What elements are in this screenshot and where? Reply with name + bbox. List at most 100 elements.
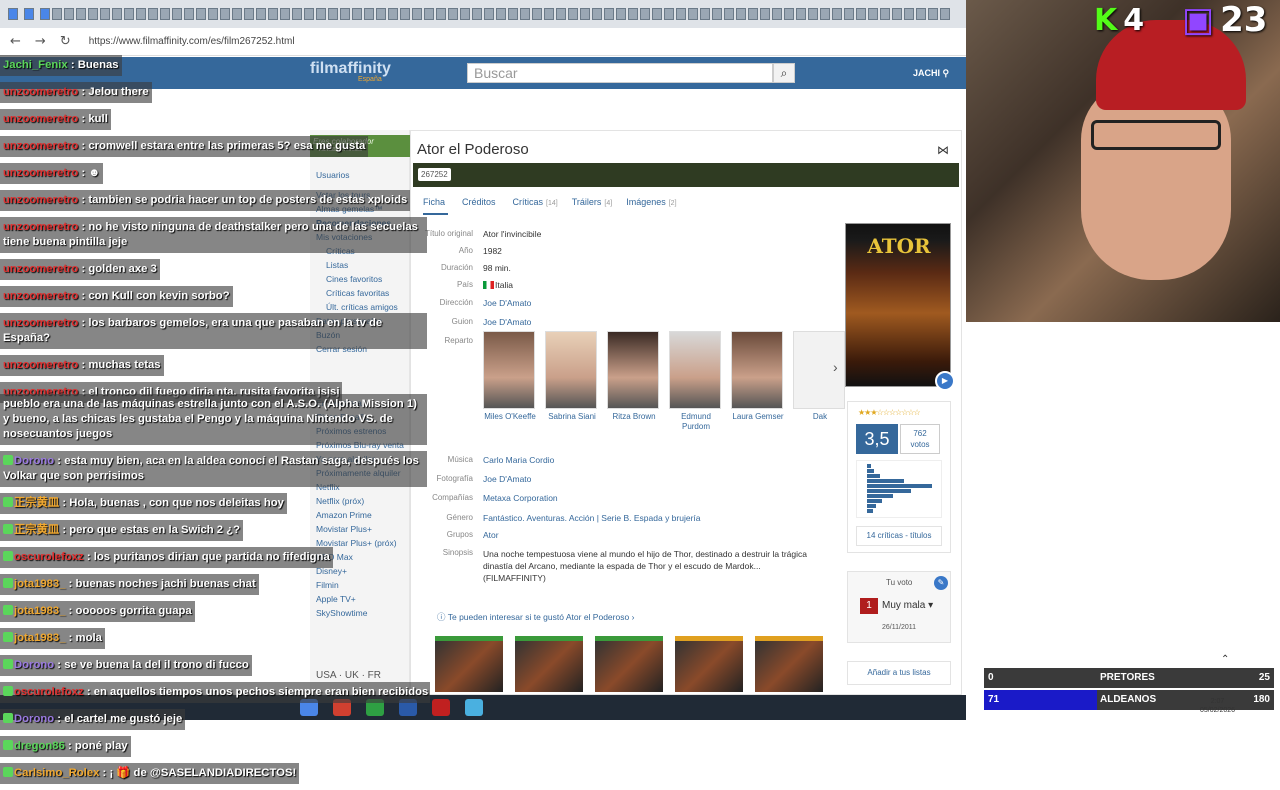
browser-tab[interactable] — [328, 8, 338, 20]
browser-tab[interactable] — [472, 8, 482, 20]
cast-name[interactable]: Laura Gemser — [731, 412, 785, 422]
browser-tab[interactable] — [856, 8, 866, 20]
browser-tab[interactable] — [208, 8, 218, 20]
browser-tab[interactable] — [604, 8, 614, 20]
browser-tab[interactable] — [136, 8, 146, 20]
cast-name[interactable]: Ritza Brown — [607, 412, 661, 422]
browser-tab[interactable] — [148, 8, 158, 20]
browser-tab[interactable] — [292, 8, 302, 20]
browser-tab[interactable] — [400, 8, 410, 20]
browser-tab[interactable] — [160, 8, 170, 20]
browser-tab[interactable] — [268, 8, 278, 20]
browser-tab[interactable] — [808, 8, 818, 20]
tab-tráilers[interactable]: Tráilers [4] — [572, 197, 612, 215]
browser-tab[interactable] — [772, 8, 782, 20]
browser-tab[interactable] — [628, 8, 638, 20]
browser-tab[interactable] — [508, 8, 518, 20]
scroll-up-icon[interactable]: ⌃ — [1221, 654, 1229, 665]
browser-tab[interactable] — [364, 8, 374, 20]
recommendations-link[interactable]: ⓘ Te pueden interesar si te gustó Ator e… — [437, 611, 634, 623]
browser-tab[interactable] — [652, 8, 662, 20]
browser-tab[interactable] — [436, 8, 446, 20]
script-value[interactable]: Joe D'Amato — [483, 317, 531, 327]
browser-tab[interactable] — [196, 8, 206, 20]
forward-icon[interactable]: → — [35, 34, 46, 49]
url-field[interactable]: https://www.filmaffinity.com/es/film2672… — [89, 36, 295, 47]
browser-tab[interactable] — [940, 8, 950, 20]
taskbar-app-icon[interactable] — [432, 699, 450, 716]
browser-tab[interactable] — [184, 8, 194, 20]
cast-photo[interactable] — [607, 331, 659, 409]
browser-tab[interactable] — [376, 8, 386, 20]
genre-value[interactable]: Fantástico. Aventuras. Acción | Serie B.… — [483, 513, 701, 523]
browser-tab[interactable] — [712, 8, 722, 20]
browser-tab[interactable] — [256, 8, 266, 20]
browser-tab[interactable] — [64, 8, 74, 20]
cast-member[interactable]: Miles O'Keeffe — [483, 331, 537, 422]
browser-tab[interactable] — [52, 8, 62, 20]
companies-value[interactable]: Metaxa Corporation — [483, 493, 558, 503]
browser-tab[interactable] — [904, 8, 914, 20]
browser-tab[interactable] — [880, 8, 890, 20]
browser-tab[interactable] — [340, 8, 350, 20]
browser-tab[interactable] — [832, 8, 842, 20]
browser-tab[interactable] — [484, 8, 494, 20]
user-menu[interactable]: JACHI ⚲ — [913, 68, 949, 79]
cast-photo[interactable] — [731, 331, 783, 409]
browser-tab[interactable] — [844, 8, 854, 20]
tab-créditos[interactable]: Créditos — [462, 197, 499, 215]
add-to-list-button[interactable]: Añadir a tus listas — [847, 661, 951, 685]
browser-tab[interactable] — [520, 8, 530, 20]
browser-tab[interactable] — [580, 8, 590, 20]
recommended-movie[interactable] — [755, 636, 823, 692]
browser-tab[interactable] — [304, 8, 314, 20]
browser-tab[interactable] — [88, 8, 98, 20]
movie-poster[interactable]: ATOR — [845, 223, 951, 387]
cast-name[interactable]: Dak — [793, 412, 847, 422]
search-icon[interactable]: ⌕ — [773, 63, 795, 83]
browser-tab[interactable] — [424, 8, 434, 20]
recommended-movie[interactable] — [675, 636, 743, 692]
cast-member[interactable]: Dak — [793, 331, 847, 422]
music-value[interactable]: Carlo Maria Cordio — [483, 455, 554, 465]
my-vote-select[interactable]: Muy mala ▾ — [882, 600, 933, 611]
edit-vote-icon[interactable]: ✎ — [934, 576, 948, 590]
browser-tab[interactable] — [172, 8, 182, 20]
search-input[interactable]: Buscar — [467, 63, 773, 83]
tab-imágenes[interactable]: Imágenes [2] — [626, 197, 676, 215]
browser-tab[interactable] — [76, 8, 86, 20]
cast-photo[interactable] — [545, 331, 597, 409]
recommended-movie[interactable] — [435, 636, 503, 692]
browser-tab[interactable] — [748, 8, 758, 20]
cast-photo[interactable] — [669, 331, 721, 409]
cast-photo[interactable] — [483, 331, 535, 409]
browser-tab[interactable] — [316, 8, 326, 20]
cast-member[interactable]: Sabrina Siani — [545, 331, 599, 422]
browser-tab[interactable] — [100, 8, 110, 20]
tab-strip[interactable] — [0, 0, 966, 28]
groups-value[interactable]: Ator — [483, 530, 499, 540]
tab-críticas[interactable]: Críticas [14] — [513, 197, 558, 215]
cast-name[interactable]: Edmund Purdom — [669, 412, 723, 432]
browser-tab[interactable] — [784, 8, 794, 20]
cast-name[interactable]: Miles O'Keeffe — [483, 412, 537, 422]
cast-member[interactable]: Ritza Brown — [607, 331, 661, 422]
browser-tab[interactable] — [724, 8, 734, 20]
browser-tab[interactable] — [112, 8, 122, 20]
browser-tab[interactable] — [820, 8, 830, 20]
browser-tab[interactable] — [700, 8, 710, 20]
browser-tab[interactable] — [664, 8, 674, 20]
cast-member[interactable]: Laura Gemser — [731, 331, 785, 422]
share-icon[interactable]: ⋈ — [937, 143, 949, 157]
browser-tab[interactable] — [280, 8, 290, 20]
browser-tab[interactable] — [24, 8, 34, 20]
browser-tab[interactable] — [412, 8, 422, 20]
cast-member[interactable]: Edmund Purdom — [669, 331, 723, 432]
browser-tab[interactable] — [676, 8, 686, 20]
cast-name[interactable]: Sabrina Siani — [545, 412, 599, 422]
chevron-right-icon[interactable]: › — [833, 359, 838, 375]
browser-tab[interactable] — [796, 8, 806, 20]
browser-tab[interactable] — [352, 8, 362, 20]
browser-tab[interactable] — [220, 8, 230, 20]
browser-tab[interactable] — [688, 8, 698, 20]
